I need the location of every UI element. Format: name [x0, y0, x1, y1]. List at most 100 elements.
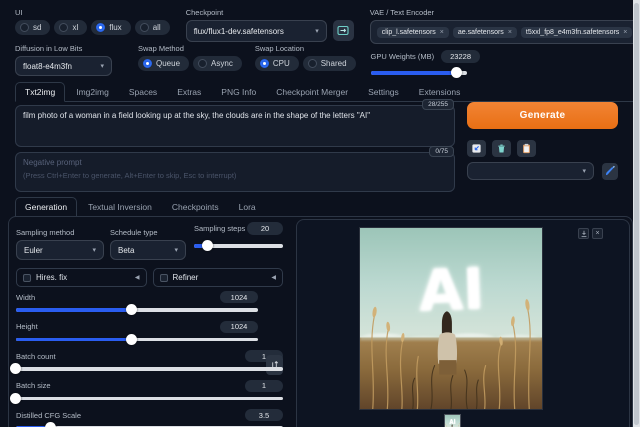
batch-count-slider-row: Batch count 1 [10, 350, 283, 375]
prompt-token-counter: 28/255 [422, 99, 454, 110]
generation-controls: Sampling method Euler ▾ Schedule type Be… [10, 222, 283, 427]
refiner-toggle[interactable]: Refiner ◀ [152, 268, 283, 287]
slider-thumb[interactable] [126, 333, 138, 345]
generated-image[interactable]: AI AI [359, 227, 543, 410]
clear-prompt-button[interactable] [492, 140, 511, 157]
styles-row: ▾ [467, 162, 618, 180]
sampling-steps-group: Sampling steps 20 [194, 222, 283, 260]
tab-spaces[interactable]: Spaces [120, 83, 166, 101]
paste-params-button[interactable] [467, 140, 486, 157]
slider-thumb[interactable] [202, 240, 214, 252]
tab-extras[interactable]: Extras [168, 83, 210, 101]
download-icon [581, 230, 586, 237]
swap-dimensions-button[interactable] [266, 355, 283, 375]
ui-radio-group: sd xl flux all [15, 20, 170, 35]
height-value[interactable]: 1024 [220, 320, 258, 333]
vae-token[interactable]: t5xxl_fp8_e4m3fn.safetensors × [520, 26, 633, 38]
checkpoint-label: Checkpoint [185, 8, 224, 17]
chevron-down-icon: ▾ [92, 247, 96, 254]
width-slider[interactable] [16, 304, 258, 316]
ui-option-flux[interactable]: flux [91, 20, 131, 35]
schedule-type-dropdown[interactable]: Beta ▾ [110, 240, 186, 260]
vae-multiselect[interactable]: clip_l.safetensors × ae.safetensors × t5xx… [369, 20, 640, 44]
sampling-steps-value[interactable]: 20 [247, 222, 283, 235]
height-slider[interactable] [16, 333, 258, 345]
slider-fill [194, 240, 214, 252]
batch-count-slider[interactable] [10, 363, 283, 375]
remove-icon[interactable]: × [623, 29, 627, 36]
swap-method-queue[interactable]: Queue [138, 56, 190, 71]
scrollbar-thumb[interactable] [634, 3, 639, 425]
chevron-down-icon: ▾ [100, 63, 104, 70]
refiner-label: Refiner [172, 273, 199, 282]
apply-styles-button[interactable] [517, 140, 536, 157]
collapse-arrow-icon[interactable]: ◀ [271, 274, 276, 281]
slider-thumb[interactable] [10, 363, 21, 375]
collapse-arrow-icon[interactable]: ◀ [135, 274, 140, 281]
gpu-weights-value[interactable]: 23228 [441, 50, 480, 63]
download-image-button[interactable] [578, 228, 589, 239]
sub-tab-bar: Generation Textual Inversion Checkpoints… [15, 197, 633, 217]
prompt-textarea[interactable]: film photo of a woman in a field looking… [15, 105, 455, 147]
chevron-down-icon: ▾ [174, 247, 178, 254]
swap-method-group: Swap Method Queue Async [138, 44, 242, 76]
page-scrollbar[interactable] [633, 0, 640, 427]
chevron-down-icon: ▾ [315, 28, 319, 35]
tab-generation[interactable]: Generation [15, 197, 78, 217]
tab-lora[interactable]: Lora [230, 198, 265, 216]
batch-size-value[interactable]: 1 [245, 379, 283, 392]
tab-checkpoints[interactable]: Checkpoints [163, 198, 228, 216]
tab-img2img[interactable]: Img2img [67, 83, 118, 101]
low-bits-dropdown[interactable]: float8-e4m3fn ▾ [15, 56, 112, 76]
tab-txt2img[interactable]: Txt2img [15, 82, 66, 102]
gpu-weights-slider[interactable] [370, 67, 467, 79]
ui-option-all[interactable]: all [134, 20, 170, 35]
tab-checkpoint-merger[interactable]: Checkpoint Merger [267, 83, 357, 101]
sampling-method-dropdown[interactable]: Euler ▾ [16, 240, 104, 260]
width-value[interactable]: 1024 [220, 291, 258, 303]
sampling-steps-slider[interactable] [194, 240, 283, 252]
remove-icon[interactable]: × [508, 29, 512, 36]
ui-option-xl[interactable]: xl [54, 20, 88, 35]
slider-thumb[interactable] [10, 392, 21, 404]
tab-png-info[interactable]: PNG Info [212, 83, 265, 101]
checkpoint-dropdown[interactable]: flux/flux1-dev.safetensors ▾ [185, 20, 327, 42]
trash-icon [498, 144, 505, 153]
edit-styles-button[interactable] [602, 162, 618, 180]
close-icon: × [595, 230, 600, 237]
gpu-weights-group: GPU Weights (MB) 23228 [370, 44, 480, 79]
sampling-method-label: Sampling method [16, 228, 75, 237]
vae-token[interactable]: clip_l.safetensors × [376, 26, 449, 38]
distilled-cfg-value[interactable]: 3.5 [245, 409, 283, 421]
schedule-type-label: Schedule type [110, 228, 158, 237]
generate-button[interactable]: Generate [467, 102, 618, 129]
prompt-tools [467, 140, 536, 157]
swap-location-shared[interactable]: Shared [302, 56, 356, 71]
tab-settings[interactable]: Settings [359, 83, 408, 101]
width-slider-row: Width 1024 [16, 291, 258, 316]
slider-thumb[interactable] [126, 304, 138, 316]
remove-icon[interactable]: × [440, 29, 444, 36]
tab-textual-inversion[interactable]: Textual Inversion [79, 198, 161, 216]
refresh-checkpoint-button[interactable] [332, 20, 354, 41]
hires-fix-toggle[interactable]: Hires. fix ◀ [16, 268, 147, 287]
vae-token[interactable]: ae.safetensors × [452, 26, 517, 38]
slider-thumb[interactable] [44, 422, 56, 427]
swap-method-async[interactable]: Async [193, 56, 242, 71]
swap-method-label: Swap Method [138, 44, 184, 53]
batch-size-slider[interactable] [10, 392, 283, 404]
close-preview-button[interactable]: × [592, 228, 603, 239]
swap-location-cpu[interactable]: CPU [254, 56, 299, 71]
checkbox-icon[interactable] [159, 273, 168, 282]
negative-hint: (Press Ctrl+Enter to generate, Alt+Enter… [23, 170, 237, 180]
checkbox-icon[interactable] [23, 273, 31, 282]
height-slider-row: Height 1024 [16, 320, 258, 345]
negative-prompt-textarea[interactable]: Negative prompt (Press Ctrl+Enter to gen… [15, 152, 455, 192]
slider-thumb[interactable] [450, 67, 462, 79]
swap-location-label: Swap Location [254, 44, 305, 53]
prompt-section: 28/255 film photo of a woman in a field … [15, 99, 455, 147]
gallery-thumbnail[interactable] [444, 414, 461, 427]
styles-dropdown[interactable]: ▾ [467, 162, 594, 180]
ui-option-sd[interactable]: sd [15, 20, 51, 35]
brush-icon [605, 165, 615, 176]
